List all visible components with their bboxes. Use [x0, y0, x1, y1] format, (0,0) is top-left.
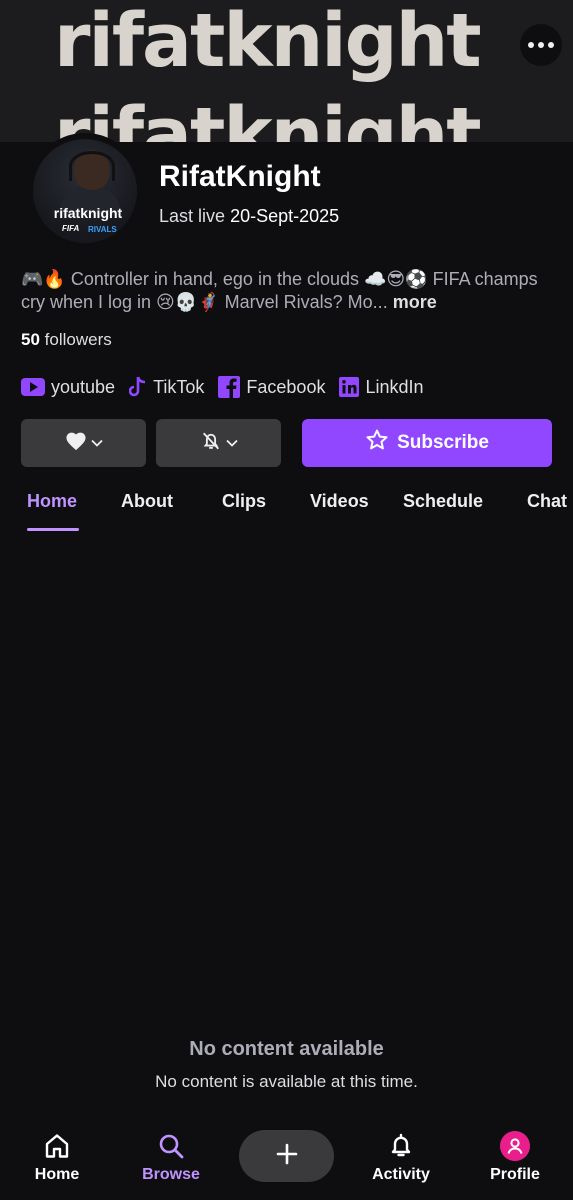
followers-label: followers — [44, 330, 112, 349]
nav-activity[interactable]: Activity — [356, 1130, 446, 1184]
tab-about[interactable]: About — [121, 491, 173, 512]
last-live-date: 20-Sept-2025 — [230, 206, 340, 226]
followers-count: 50 followers — [21, 330, 112, 350]
avatar-fifa-logo: FIFA — [62, 224, 80, 233]
empty-state-title: No content available — [189, 1038, 384, 1060]
nav-home-label: Home — [34, 1166, 80, 1183]
bell-off-icon — [200, 430, 222, 457]
chevron-down-icon — [90, 434, 103, 452]
bio-more-link[interactable]: more — [393, 292, 437, 312]
more-options-button[interactable] — [520, 24, 562, 66]
tab-chat[interactable]: Chat — [527, 491, 567, 512]
avatar-rivals-logo: RIVALS — [88, 225, 117, 234]
social-link-facebook[interactable]: Facebook — [218, 376, 325, 398]
nav-profile[interactable]: Profile — [470, 1130, 560, 1184]
channel-banner: rifatknight rifatknight — [0, 0, 573, 142]
linkedin-icon — [339, 377, 360, 397]
avatar-headset — [69, 151, 115, 181]
social-label: youtube — [51, 376, 116, 397]
search-icon — [126, 1130, 216, 1162]
channel-bio: 🎮🔥 Controller in hand, ego in the clouds… — [21, 268, 556, 314]
empty-state-subtitle: No content is available at this time. — [155, 1072, 418, 1091]
channel-name: RifatKnight — [159, 160, 321, 193]
subscribe-label: Subscribe — [397, 432, 489, 453]
avatar-name-text: rifatknight — [53, 205, 123, 221]
channel-tabs: Home About Clips Videos Schedule Chat — [0, 488, 573, 532]
bell-icon — [356, 1130, 446, 1162]
create-button[interactable] — [239, 1130, 334, 1182]
last-live-label: Last live — [159, 206, 226, 226]
social-label: TikTok — [153, 376, 205, 397]
social-links: youtube TikTok Facebook LinkdIn — [21, 374, 438, 400]
tiktok-icon — [129, 376, 147, 398]
channel-avatar[interactable]: rifatknight FIFA RIVALS — [27, 133, 143, 249]
dot-icon — [538, 42, 544, 48]
heart-icon — [65, 431, 87, 456]
bottom-navigation: Home Browse Activity Profile — [0, 1118, 573, 1200]
nav-browse[interactable]: Browse — [126, 1130, 216, 1184]
follow-button[interactable] — [21, 419, 146, 467]
profile-avatar-icon — [470, 1130, 560, 1162]
social-label: LinkdIn — [365, 376, 424, 397]
youtube-icon — [21, 378, 45, 396]
dot-icon — [548, 42, 554, 48]
tab-videos[interactable]: Videos — [310, 491, 369, 512]
avatar-image — [33, 139, 137, 243]
nav-browse-label: Browse — [142, 1166, 200, 1183]
social-label: Facebook — [246, 376, 326, 397]
facebook-icon — [218, 376, 241, 398]
tab-home[interactable]: Home — [27, 491, 77, 512]
notifications-button[interactable] — [156, 419, 281, 467]
chevron-down-icon — [225, 434, 238, 452]
nav-profile-label: Profile — [490, 1166, 540, 1183]
tab-schedule[interactable]: Schedule — [403, 491, 483, 512]
plus-icon — [276, 1143, 298, 1170]
user-icon — [500, 1131, 530, 1161]
subscribe-button[interactable]: Subscribe — [302, 419, 552, 467]
nav-activity-label: Activity — [372, 1166, 430, 1183]
bio-text: 🎮🔥 Controller in hand, ego in the clouds… — [21, 269, 538, 312]
last-live-info: Last live 20-Sept-2025 — [159, 206, 339, 227]
social-link-linkedin[interactable]: LinkdIn — [339, 376, 424, 398]
tab-clips[interactable]: Clips — [222, 491, 266, 512]
social-link-youtube[interactable]: youtube — [21, 377, 115, 398]
active-tab-indicator — [27, 528, 79, 531]
banner-text: rifatknight — [54, 0, 482, 84]
nav-home[interactable]: Home — [12, 1130, 102, 1184]
star-icon — [365, 428, 389, 458]
social-link-tiktok[interactable]: TikTok — [129, 376, 204, 398]
dot-icon — [528, 42, 534, 48]
home-icon — [12, 1130, 102, 1162]
followers-number: 50 — [21, 330, 40, 349]
banner-text-repeat: rifatknight — [54, 92, 482, 142]
